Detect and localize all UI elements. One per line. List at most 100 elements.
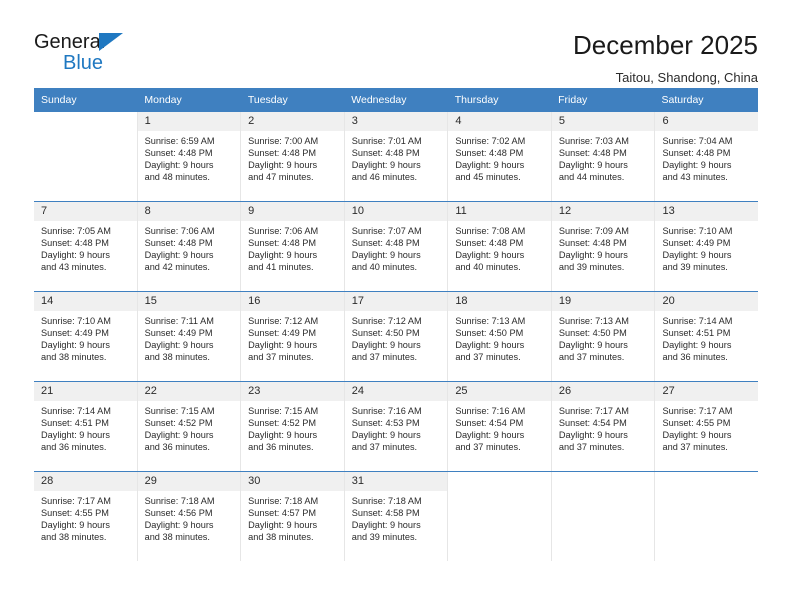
day-cell-22[interactable]: 22 Sunrise: 7:15 AM Sunset: 4:52 PM Dayligh… (136, 382, 241, 471)
day-cell-12[interactable]: 12 Sunrise: 7:09 AM Sunset: 4:48 PM Dayligh… (550, 202, 655, 291)
day-cell-5[interactable]: 5 Sunrise: 7:03 AM Sunset: 4:48 PM Daylight… (550, 112, 655, 201)
day-detail-line: and 39 minutes. (662, 262, 728, 273)
day-cell-9[interactable]: 9 Sunrise: 7:06 AM Sunset: 4:48 PM Daylight… (240, 202, 344, 291)
day-cell-28[interactable]: 28 Sunrise: 7:17 AM Sunset: 4:55 PM Dayligh… (34, 472, 137, 561)
day-detail-line: Sunset: 4:52 PM (144, 418, 213, 429)
day-detail-line: and 40 minutes. (351, 262, 418, 273)
day-cell-19[interactable]: 19 Sunrise: 7:13 AM Sunset: 4:50 PM Dayligh… (550, 292, 655, 381)
day-detail-line: Daylight: 9 hours (144, 430, 214, 441)
day-number (655, 472, 759, 491)
day-detail-line: Sunrise: 7:17 AM (558, 406, 629, 416)
day-cell-21[interactable]: 21 Sunrise: 7:14 AM Sunset: 4:51 PM Dayligh… (34, 382, 137, 471)
day-cell-27[interactable]: 27 Sunrise: 7:17 AM Sunset: 4:55 PM Dayligh… (654, 382, 759, 471)
day-detail-line: Sunrise: 7:13 AM (455, 316, 526, 326)
day-cell-25[interactable]: 25 Sunrise: 7:16 AM Sunset: 4:54 PM Dayligh… (447, 382, 551, 471)
day-cell-8[interactable]: 8 Sunrise: 7:06 AM Sunset: 4:48 PM Daylight… (136, 202, 241, 291)
day-number: 23 (241, 382, 344, 401)
day-details: Sunrise: 7:13 AM Sunset: 4:50 PM Daylight:… (448, 311, 551, 363)
day-details: Sunrise: 7:17 AM Sunset: 4:55 PM Daylight:… (34, 491, 137, 543)
day-cell-29[interactable]: 29 Sunrise: 7:18 AM Sunset: 4:56 PM Dayligh… (136, 472, 241, 561)
day-details: Sunrise: 7:03 AM Sunset: 4:48 PM Daylight:… (552, 131, 655, 183)
day-cell-24[interactable]: 24 Sunrise: 7:16 AM Sunset: 4:53 PM Dayligh… (343, 382, 448, 471)
day-detail-line: Daylight: 9 hours (662, 430, 732, 441)
day-detail-line: and 37 minutes. (455, 442, 521, 453)
page-title: December 2025 (573, 30, 758, 60)
day-detail-line: Sunrise: 7:13 AM (558, 316, 629, 326)
day-detail-line: Daylight: 9 hours (351, 340, 421, 351)
day-details: Sunrise: 7:11 AM Sunset: 4:49 PM Daylight:… (138, 311, 241, 363)
day-details: Sunrise: 7:05 AM Sunset: 4:48 PM Daylight:… (34, 221, 137, 273)
day-number: 24 (344, 382, 448, 401)
day-number: 4 (448, 112, 551, 131)
day-cell-13[interactable]: 13 Sunrise: 7:10 AM Sunset: 4:49 PM Dayligh… (654, 202, 759, 291)
day-cell-4[interactable]: 4 Sunrise: 7:02 AM Sunset: 4:48 PM Daylight… (447, 112, 551, 201)
day-cell-20[interactable]: 20 Sunrise: 7:14 AM Sunset: 4:51 PM Dayligh… (654, 292, 759, 381)
general-blue-logo[interactable]: General Blue (34, 30, 154, 76)
logo-text-blue: Blue (63, 52, 104, 74)
day-cell-14[interactable]: 14 Sunrise: 7:10 AM Sunset: 4:49 PM Dayligh… (34, 292, 137, 381)
day-details: Sunrise: 7:14 AM Sunset: 4:51 PM Daylight:… (655, 311, 758, 363)
day-number: 10 (344, 202, 448, 221)
day-cell-2[interactable]: 2 Sunrise: 7:00 AM Sunset: 4:48 PM Daylight… (240, 112, 344, 201)
day-cell-3[interactable]: 3 Sunrise: 7:01 AM Sunset: 4:48 PM Daylight… (343, 112, 448, 201)
day-details: Sunrise: 7:15 AM Sunset: 4:52 PM Daylight:… (138, 401, 241, 453)
day-detail-line: and 36 minutes. (248, 442, 314, 453)
day-detail-line: Daylight: 9 hours (558, 250, 628, 261)
day-cell-10[interactable]: 10 Sunrise: 7:07 AM Sunset: 4:48 PM Dayligh… (343, 202, 448, 291)
day-detail-line: Sunset: 4:48 PM (248, 238, 317, 249)
day-detail-line: and 38 minutes. (144, 532, 210, 543)
day-cell-18[interactable]: 18 Sunrise: 7:13 AM Sunset: 4:50 PM Dayligh… (447, 292, 551, 381)
day-details: Sunrise: 7:17 AM Sunset: 4:55 PM Daylight:… (655, 401, 758, 453)
day-cell-17[interactable]: 17 Sunrise: 7:12 AM Sunset: 4:50 PM Dayligh… (343, 292, 448, 381)
day-detail-line: Sunset: 4:48 PM (144, 238, 213, 249)
day-number: 17 (344, 292, 448, 311)
day-detail-line: Sunrise: 7:02 AM (455, 136, 526, 146)
day-number: 29 (137, 472, 241, 491)
day-cell-26[interactable]: 26 Sunrise: 7:17 AM Sunset: 4:54 PM Dayligh… (550, 382, 655, 471)
day-detail-line: and 43 minutes. (662, 172, 728, 183)
day-number: 8 (137, 202, 241, 221)
calendar-week-row: 14 Sunrise: 7:10 AM Sunset: 4:49 PM Dayligh… (34, 291, 759, 381)
day-details: Sunrise: 7:10 AM Sunset: 4:49 PM Daylight:… (655, 221, 758, 273)
day-cell-16[interactable]: 16 Sunrise: 7:12 AM Sunset: 4:49 PM Dayligh… (240, 292, 344, 381)
day-cell-31[interactable]: 31 Sunrise: 7:18 AM Sunset: 4:58 PM Dayligh… (343, 472, 448, 561)
day-number (34, 112, 137, 131)
day-details: Sunrise: 7:02 AM Sunset: 4:48 PM Daylight:… (448, 131, 551, 183)
day-detail-line: and 37 minutes. (558, 442, 625, 453)
day-detail-line: Sunset: 4:56 PM (144, 508, 213, 519)
day-number: 7 (34, 202, 137, 221)
day-detail-line: Daylight: 9 hours (455, 250, 525, 261)
day-detail-line: Sunrise: 7:18 AM (248, 496, 319, 506)
day-detail-line: and 36 minutes. (41, 442, 107, 453)
day-cell-23[interactable]: 23 Sunrise: 7:15 AM Sunset: 4:52 PM Dayligh… (240, 382, 344, 471)
day-details: Sunrise: 7:13 AM Sunset: 4:50 PM Daylight:… (552, 311, 655, 363)
day-detail-line: and 44 minutes. (558, 172, 625, 183)
day-detail-line: Sunset: 4:49 PM (144, 328, 213, 339)
calendar-page: General Blue December 2025 Taitou, Shand… (0, 0, 792, 612)
day-detail-line: Daylight: 9 hours (41, 430, 110, 441)
day-detail-line: and 38 minutes. (41, 352, 107, 363)
day-details: Sunrise: 7:16 AM Sunset: 4:54 PM Daylight:… (448, 401, 551, 453)
day-detail-line: Daylight: 9 hours (558, 160, 628, 171)
weekday-header-saturday: Saturday (661, 94, 704, 106)
day-detail-line: Sunrise: 7:16 AM (455, 406, 526, 416)
day-details: Sunrise: 7:18 AM Sunset: 4:57 PM Daylight:… (241, 491, 344, 543)
day-detail-line: Daylight: 9 hours (662, 250, 732, 261)
day-detail-line: and 38 minutes. (144, 352, 210, 363)
day-detail-line: Daylight: 9 hours (41, 250, 110, 261)
day-number: 3 (344, 112, 448, 131)
day-detail-line: Daylight: 9 hours (455, 340, 525, 351)
day-cell-11[interactable]: 11 Sunrise: 7:08 AM Sunset: 4:48 PM Dayligh… (447, 202, 551, 291)
day-detail-line: Daylight: 9 hours (351, 430, 421, 441)
day-cell-7[interactable]: 7 Sunrise: 7:05 AM Sunset: 4:48 PM Daylight… (34, 202, 137, 291)
day-detail-line: Daylight: 9 hours (248, 340, 318, 351)
day-detail-line: Sunset: 4:55 PM (662, 418, 731, 429)
day-detail-line: Sunset: 4:54 PM (455, 418, 524, 429)
day-cell-6[interactable]: 6 Sunrise: 7:04 AM Sunset: 4:48 PM Daylight… (654, 112, 759, 201)
day-details: Sunrise: 7:18 AM Sunset: 4:56 PM Daylight:… (138, 491, 241, 543)
calendar-week-row: 28 Sunrise: 7:17 AM Sunset: 4:55 PM Dayligh… (34, 471, 759, 561)
day-cell-30[interactable]: 30 Sunrise: 7:18 AM Sunset: 4:57 PM Dayligh… (240, 472, 344, 561)
day-cell-15[interactable]: 15 Sunrise: 7:11 AM Sunset: 4:49 PM Dayligh… (136, 292, 241, 381)
day-cell-1[interactable]: 1 Sunrise: 6:59 AM Sunset: 4:48 PM Daylight… (136, 112, 241, 201)
day-details: Sunrise: 7:18 AM Sunset: 4:58 PM Daylight:… (345, 491, 448, 543)
